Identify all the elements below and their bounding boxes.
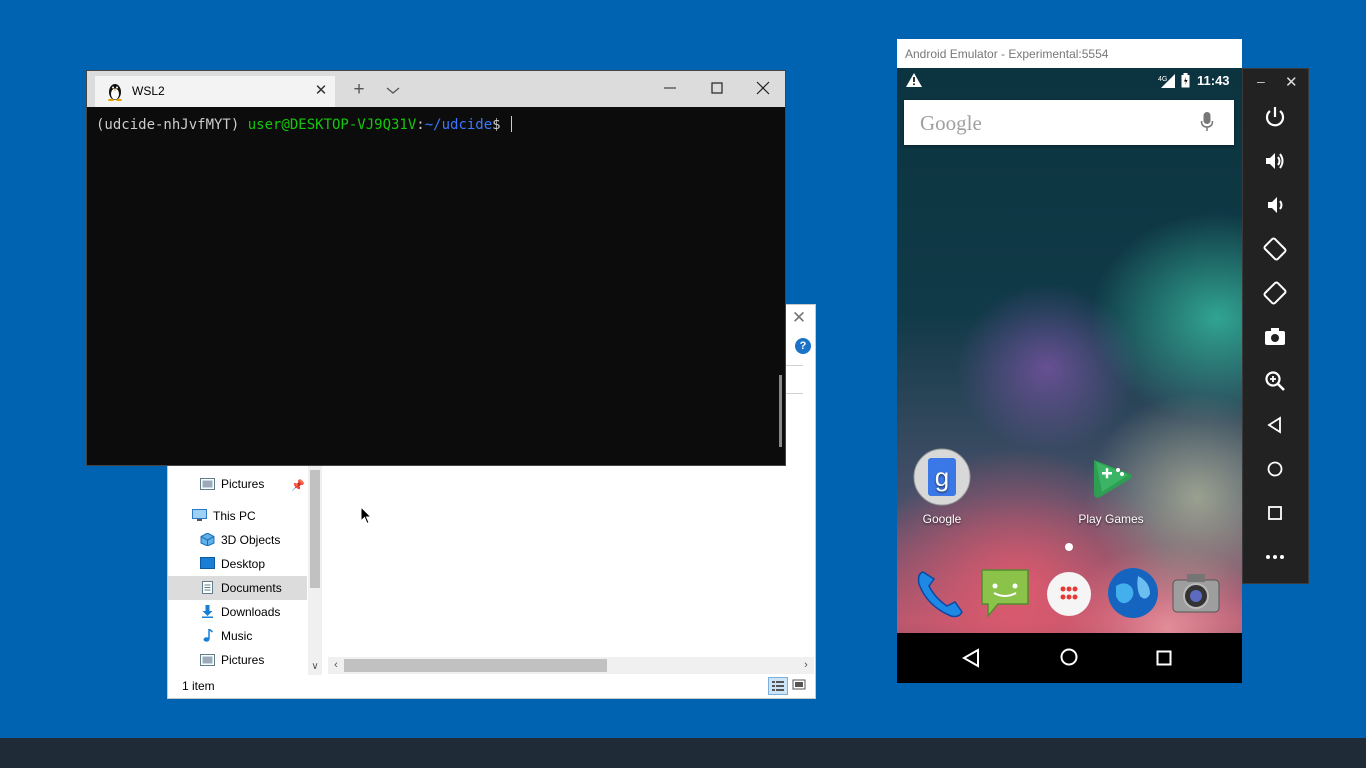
recents-icon[interactable] (1156, 650, 1172, 666)
pictures-icon (200, 654, 215, 666)
zoom-icon[interactable] (1262, 368, 1288, 394)
home-icon[interactable] (1059, 647, 1079, 667)
network-label: 4G (1158, 76, 1167, 83)
new-tab-icon[interactable]: + (349, 80, 369, 100)
play-games-icon (1094, 460, 1132, 498)
volume-up-icon[interactable] (1262, 148, 1288, 174)
horizontal-scroll-thumb[interactable] (344, 659, 607, 672)
google-app-icon: g (913, 448, 971, 506)
emulator-title-bar[interactable]: Android Emulator - Experimental:5554 (897, 39, 1242, 68)
microphone-icon[interactable] (1200, 111, 1214, 133)
details-view-icon (772, 681, 784, 691)
cell-signal-icon: 4G (1158, 74, 1175, 88)
search-placeholder: Google (920, 111, 982, 135)
app-label-google: Google (922, 512, 962, 526)
tab-title: WSL2 (132, 84, 165, 98)
emulator-minimize-icon[interactable]: – (1257, 73, 1265, 89)
rotate-right-icon[interactable] (1262, 280, 1288, 306)
home-page-indicator (1065, 543, 1073, 551)
3d-objects-icon (200, 533, 215, 546)
scroll-right-icon[interactable]: › (799, 657, 813, 674)
emulator-close-icon[interactable]: ✕ (1285, 73, 1298, 91)
details-view-button[interactable] (768, 677, 788, 695)
prompt-env: (udcide-nhJvfMYT) (96, 117, 248, 133)
prompt-user: user@DESKTOP-VJ9Q31V (247, 117, 417, 133)
power-icon[interactable] (1262, 104, 1288, 130)
prompt-symbol: $ (492, 117, 510, 133)
app-google[interactable]: g Google (907, 448, 977, 528)
shell-prompt: (udcide-nhJvfMYT) user@DESKTOP-VJ9Q31V:~… (96, 116, 513, 133)
emulator-window-title: Android Emulator - Experimental:5554 (905, 47, 1109, 61)
maximize-icon[interactable] (704, 75, 730, 101)
mouse-pointer-icon (360, 506, 372, 525)
nav-item-documents[interactable]: Documents (168, 576, 307, 600)
minimize-icon[interactable] (657, 75, 683, 101)
nav-item-pictures[interactable]: Pictures (168, 648, 307, 672)
camera-icon[interactable] (1169, 566, 1223, 620)
item-count: 1 item (182, 679, 215, 693)
chevron-down-icon[interactable] (383, 80, 403, 100)
large-icons-view-icon (792, 679, 806, 690)
messaging-icon[interactable] (978, 566, 1032, 620)
linux-penguin-icon (108, 84, 122, 101)
more-options-icon[interactable] (1262, 544, 1288, 570)
emulator-screen[interactable]: 4G 11:43 Google g Google Play Games (897, 68, 1242, 683)
desktop-icon (200, 557, 215, 569)
phone-icon[interactable] (913, 566, 967, 620)
camera-screenshot-icon[interactable] (1262, 324, 1288, 350)
svg-text:g: g (935, 462, 949, 492)
browser-icon[interactable] (1106, 566, 1160, 620)
help-icon[interactable]: ? (795, 338, 811, 354)
android-nav-bar (897, 633, 1242, 683)
back-icon[interactable] (962, 648, 980, 668)
nav-item-pictures-quick[interactable]: Pictures (168, 472, 307, 496)
warning-icon (906, 73, 922, 87)
downloads-icon (202, 605, 213, 618)
computer-icon (192, 509, 207, 521)
tab-wsl2[interactable]: WSL2 ✕ (95, 76, 335, 107)
app-drawer-icon[interactable] (1043, 568, 1095, 620)
battery-icon (1181, 73, 1190, 88)
tab-close-icon[interactable]: ✕ (311, 81, 331, 101)
nav-item-3d-objects[interactable]: 3D Objects (168, 528, 307, 552)
terminal-title-bar[interactable]: WSL2 ✕ + (87, 71, 785, 107)
scroll-down-icon[interactable]: ∨ (308, 660, 322, 674)
music-icon (203, 629, 213, 642)
documents-icon (202, 581, 213, 594)
terminal-window: WSL2 ✕ + (udcide-nhJvfMYT) user@DESKTOP-… (87, 71, 785, 465)
home-icon[interactable] (1262, 456, 1288, 482)
google-search-widget[interactable]: Google (904, 100, 1234, 145)
prompt-path: ~/udcide (424, 117, 493, 133)
nav-item-this-pc[interactable]: This PC (168, 504, 307, 528)
navigation-pane: Pictures This PC 3D Objects Desktop Docu… (168, 455, 308, 675)
pin-icon[interactable]: 📌 (291, 479, 305, 492)
rotate-left-icon[interactable] (1262, 236, 1288, 262)
overview-icon[interactable] (1262, 500, 1288, 526)
status-bar (168, 677, 815, 698)
prompt-colon: : (416, 117, 425, 133)
explorer-close-button[interactable]: ✕ (788, 307, 810, 329)
nav-pane-scroll-thumb[interactable] (310, 470, 320, 588)
terminal-scrollbar[interactable] (779, 375, 782, 447)
terminal-output[interactable] (87, 107, 785, 465)
scroll-left-icon[interactable]: ‹ (329, 657, 343, 674)
emulator-toolbar: – ✕ (1243, 69, 1308, 583)
nav-item-desktop[interactable]: Desktop (168, 552, 307, 576)
back-icon[interactable] (1262, 412, 1288, 438)
taskbar (0, 738, 1366, 768)
pictures-icon (200, 478, 215, 490)
volume-down-icon[interactable] (1262, 192, 1288, 218)
large-icons-view-button[interactable] (791, 678, 807, 692)
close-icon[interactable] (750, 75, 776, 101)
text-cursor (511, 116, 513, 132)
android-status-bar: 4G 11:43 (897, 68, 1242, 94)
app-play-games[interactable]: Play Games (1076, 448, 1146, 528)
nav-item-music[interactable]: Music (168, 624, 307, 648)
nav-item-downloads[interactable]: Downloads (168, 600, 307, 624)
status-clock: 11:43 (1197, 73, 1230, 88)
app-label-play-games: Play Games (1078, 512, 1144, 526)
